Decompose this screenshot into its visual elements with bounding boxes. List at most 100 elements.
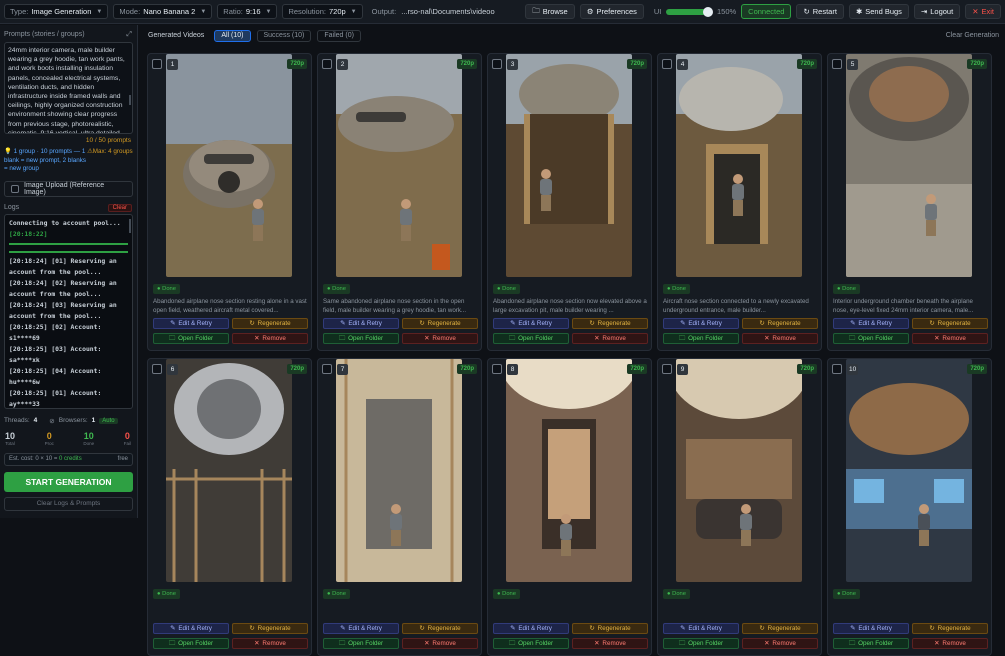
open-folder-button[interactable]: 🗀 Open Folder (663, 333, 739, 344)
regenerate-button[interactable]: ↻ Regenerate (912, 623, 988, 634)
video-card[interactable]: 9 720p ● Done ✎ Edit & Retry ↻ Regenerate 🗀 Open… (657, 358, 822, 656)
exit-button[interactable]: ✕ Exit (965, 4, 1001, 19)
preferences-button[interactable]: ⚙ Preferences (579, 4, 644, 19)
regenerate-button[interactable]: ↻ Regenerate (742, 623, 818, 634)
card-checkbox[interactable] (322, 59, 332, 69)
logout-button[interactable]: ⇥ Logout (913, 4, 961, 19)
remove-button[interactable]: ✕ Remove (912, 333, 988, 344)
clear-logs-prompts-button[interactable]: Clear Logs & Prompts (4, 496, 133, 511)
edit-retry-button[interactable]: ✎ Edit & Retry (663, 318, 739, 329)
open-folder-button[interactable]: 🗀 Open Folder (493, 333, 569, 344)
open-folder-button[interactable]: 🗀 Open Folder (153, 638, 229, 649)
remove-button[interactable]: ✕ Remove (232, 333, 308, 344)
video-card[interactable]: 3 720p ● Done Abandoned airplane nose secti… (487, 53, 652, 351)
remove-button[interactable]: ✕ Remove (912, 638, 988, 649)
edit-retry-button[interactable]: ✎ Edit & Retry (493, 623, 569, 634)
type-select[interactable]: Type: Image Generation ▼ (4, 4, 109, 19)
open-folder-button[interactable]: 🗀 Open Folder (153, 333, 229, 344)
ratio-select[interactable]: Ratio: 9:16 ▼ (217, 4, 278, 19)
open-folder-button[interactable]: 🗀 Open Folder (833, 333, 909, 344)
edit-retry-button[interactable]: ✎ Edit & Retry (153, 318, 229, 329)
card-checkbox[interactable] (662, 364, 672, 374)
regenerate-button[interactable]: ↻ Regenerate (232, 318, 308, 329)
card-checkbox[interactable] (832, 364, 842, 374)
card-checkbox[interactable] (832, 59, 842, 69)
card-checkbox[interactable] (152, 364, 162, 374)
output-path[interactable]: ...rso-nal\Documents\videoo (401, 7, 520, 16)
regenerate-button[interactable]: ↻ Regenerate (572, 623, 648, 634)
remove-button[interactable]: ✕ Remove (232, 638, 308, 649)
card-checkbox[interactable] (492, 364, 502, 374)
start-generation-button[interactable]: START GENERATION (4, 471, 133, 492)
video-thumbnail[interactable] (506, 54, 632, 277)
open-folder-button[interactable]: 🗀 Open Folder (833, 638, 909, 649)
browse-button[interactable]: 🗀 Browse (525, 4, 575, 19)
open-folder-button[interactable]: 🗀 Open Folder (323, 638, 399, 649)
video-card[interactable]: 10 720p ● Done ✎ Edit & Retry ↻ Regenerate 🗀 Ope… (827, 358, 992, 656)
card-checkbox[interactable] (492, 59, 502, 69)
video-thumbnail[interactable] (336, 359, 462, 582)
video-thumbnail[interactable] (166, 359, 292, 582)
edit-retry-button[interactable]: ✎ Edit & Retry (153, 623, 229, 634)
send-bugs-button[interactable]: ✱ Send Bugs (848, 4, 909, 19)
video-card[interactable]: 6 720p ● Done ✎ Edit & Retry ↻ Regenerate 🗀 Open… (147, 358, 312, 656)
clear-logs-button[interactable]: Clear (107, 203, 132, 212)
card-checkbox[interactable] (322, 364, 332, 374)
ui-scale-slider[interactable] (666, 6, 713, 17)
video-thumbnail[interactable] (676, 359, 802, 582)
card-checkbox[interactable] (152, 59, 162, 69)
clear-generation-button[interactable]: Clear Generation (946, 32, 999, 39)
video-card[interactable]: 5 720p ● Done Interior underground chamber … (827, 53, 992, 351)
regenerate-button[interactable]: ↻ Regenerate (402, 623, 478, 634)
edit-retry-button[interactable]: ✎ Edit & Retry (323, 623, 399, 634)
open-folder-button[interactable]: 🗀 Open Folder (493, 638, 569, 649)
card-checkbox[interactable] (662, 59, 672, 69)
edit-retry-button[interactable]: ✎ Edit & Retry (833, 318, 909, 329)
remove-button[interactable]: ✕ Remove (402, 333, 478, 344)
prompt-textarea[interactable]: 24mm interior camera, male builder weari… (4, 42, 133, 134)
remove-button[interactable]: ✕ Remove (742, 333, 818, 344)
model-select[interactable]: Mode: Nano Banana 2 ▼ (113, 4, 213, 19)
video-thumbnail[interactable] (846, 359, 972, 582)
browsers-value[interactable]: 1 (92, 417, 96, 424)
restart-button[interactable]: ↻ Restart (796, 4, 844, 19)
video-thumbnail[interactable] (846, 54, 972, 277)
regenerate-button[interactable]: ↻ Regenerate (572, 318, 648, 329)
remove-button[interactable]: ✕ Remove (402, 638, 478, 649)
regenerate-button[interactable]: ↻ Regenerate (232, 623, 308, 634)
expand-icon[interactable]: ⤢ (126, 31, 132, 39)
remove-button[interactable]: ✕ Remove (572, 638, 648, 649)
scrollbar[interactable] (129, 218, 131, 233)
video-thumbnail[interactable] (506, 359, 632, 582)
regenerate-button[interactable]: ↻ Regenerate (402, 318, 478, 329)
slider-knob[interactable] (702, 6, 713, 17)
video-card[interactable]: 1 720p ● Done Abandoned airplane nose secti… (147, 53, 312, 351)
scrollbar[interactable] (129, 95, 131, 105)
tab-failed[interactable]: Failed (0) (317, 29, 361, 42)
image-upload-checkbox[interactable] (11, 184, 19, 193)
video-thumbnail[interactable] (166, 54, 292, 277)
edit-retry-button[interactable]: ✎ Edit & Retry (323, 318, 399, 329)
tab-success[interactable]: Success (10) (256, 29, 312, 42)
video-thumbnail[interactable] (336, 54, 462, 277)
video-card[interactable]: 8 720p ● Done ✎ Edit & Retry ↻ Regenerate 🗀 Open… (487, 358, 652, 656)
remove-button[interactable]: ✕ Remove (742, 638, 818, 649)
regenerate-button[interactable]: ↻ Regenerate (912, 318, 988, 329)
video-card[interactable]: 7 720p ● Done ✎ Edit & Retry ↻ Regenerate 🗀 Open… (317, 358, 482, 656)
resolution-select[interactable]: Resolution: 720p ▼ (282, 4, 363, 19)
video-card[interactable]: 2 720p ● Done Same abandoned airplane nose … (317, 53, 482, 351)
remove-button[interactable]: ✕ Remove (572, 333, 648, 344)
auto-badge[interactable]: Auto (99, 417, 118, 424)
tab-all[interactable]: All (10) (214, 29, 251, 42)
card-number: 7 (337, 364, 348, 375)
video-card[interactable]: 4 720p ● Done Aircraft nose section connect… (657, 53, 822, 351)
regenerate-button[interactable]: ↻ Regenerate (742, 318, 818, 329)
video-thumbnail[interactable] (676, 54, 802, 277)
open-folder-button[interactable]: 🗀 Open Folder (323, 333, 399, 344)
image-upload-toggle[interactable]: Image Upload (Reference Image) (4, 180, 133, 197)
threads-value[interactable]: 4 (34, 417, 38, 424)
open-folder-button[interactable]: 🗀 Open Folder (663, 638, 739, 649)
edit-retry-button[interactable]: ✎ Edit & Retry (833, 623, 909, 634)
edit-retry-button[interactable]: ✎ Edit & Retry (493, 318, 569, 329)
edit-retry-button[interactable]: ✎ Edit & Retry (663, 623, 739, 634)
